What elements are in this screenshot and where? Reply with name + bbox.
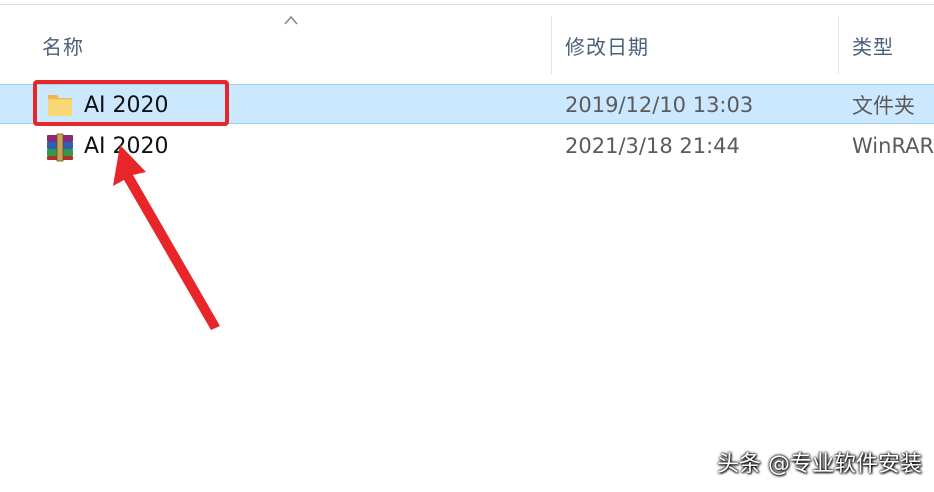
top-toolbar-edge	[0, 0, 934, 5]
column-header-name[interactable]: 名称	[42, 16, 84, 74]
file-type: WinRAR	[852, 134, 934, 158]
column-divider[interactable]	[838, 16, 839, 74]
file-type: 文件夹	[852, 94, 915, 118]
file-row-archive[interactable]: AI 2020 2021/3/18 21:44 WinRAR	[0, 126, 934, 166]
file-date-modified: 2021/3/18 21:44	[565, 134, 740, 158]
file-explorer-view: 名称 修改日期 类型 AI 2020 2019/12/10 13:03 文件夹	[0, 0, 934, 492]
winrar-archive-icon	[44, 132, 76, 162]
highlight-annotation-box	[33, 80, 229, 126]
file-name: AI 2020	[84, 133, 169, 159]
watermark-text: 头条 @专业软件安装	[717, 452, 922, 477]
file-date-modified: 2019/12/10 13:03	[565, 93, 754, 117]
column-header-type[interactable]: 类型	[852, 16, 894, 74]
column-header-date-modified[interactable]: 修改日期	[565, 16, 649, 74]
column-header-row: 名称 修改日期 类型	[0, 16, 934, 74]
column-divider[interactable]	[551, 16, 552, 74]
